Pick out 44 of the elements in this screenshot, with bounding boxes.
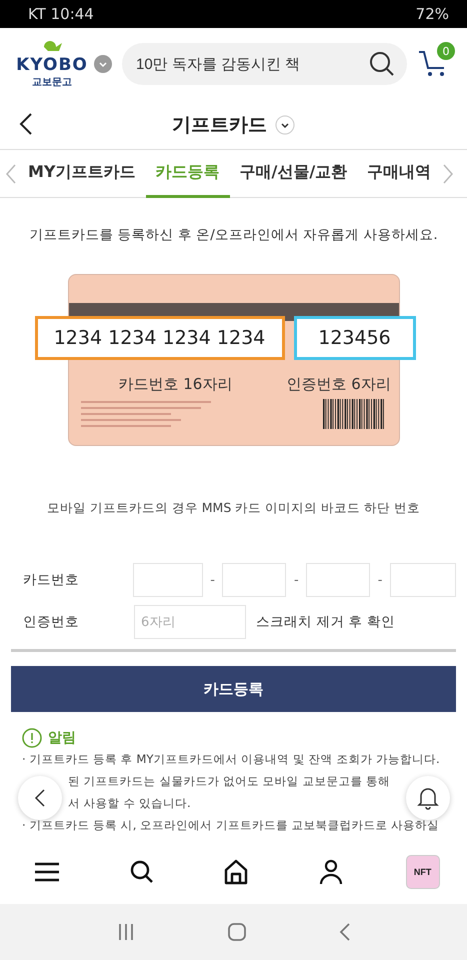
search-field[interactable]: 10만 독자를 감동시킨 책: [134, 54, 369, 74]
card-number-field[interactable]: [132, 563, 203, 597]
dash-separator: -: [376, 572, 384, 588]
chevron-left-icon: [34, 788, 46, 808]
card-number-field[interactable]: [222, 563, 286, 597]
bell-button[interactable]: [406, 776, 450, 820]
notice-text: 된 기프트카드는 실물카드가 없어도 모바일 교보문고를 통해: [68, 773, 390, 790]
search-bar[interactable]: 10만 독자를 감동시킨 책: [122, 43, 407, 85]
card-number-label: 카드번호: [22, 571, 80, 589]
status-time: KT 10:44: [28, 5, 94, 23]
card-number-caption: 카드번호 16자리: [118, 375, 232, 394]
notice-text: · 기프트카드 등록 시, 오프라인에서 기프트카드를 교보북클럽카드로 사용하실: [22, 817, 440, 834]
tab[interactable]: 구매/선물/교환: [230, 150, 358, 198]
card-number-field[interactable]: [306, 563, 370, 597]
pin-label: 인증번호: [22, 613, 80, 631]
nft-thumbnail[interactable]: NFT: [406, 855, 440, 889]
chevron-down-icon[interactable]: [275, 114, 295, 134]
logo[interactable]: KYOBO 교보문고: [20, 39, 84, 89]
tab[interactable]: MY기프트카드: [18, 150, 146, 198]
register-button[interactable]: 카드등록: [11, 666, 456, 712]
dash-separator: -: [293, 572, 300, 588]
battery-level: 72%: [416, 5, 449, 23]
card-number-sample: 1234 1234 1234 1234: [34, 316, 284, 360]
notice-text: 서 사용할 수 있습니다.: [68, 795, 191, 812]
notice-text: · 기프트카드 등록 후 MY기프트카드에서 이용내역 및 잔액 조회가 가능합니다.: [22, 751, 440, 768]
card-number-field[interactable]: [390, 563, 456, 597]
back-icon[interactable]: [338, 923, 350, 941]
alert-icon: [22, 728, 42, 748]
card-caption: 모바일 기프트카드의 경우 MMS 카드 이미지의 바코드 하단 번호: [46, 500, 422, 517]
page-title: 기프트카드: [172, 112, 267, 138]
recent-apps-icon[interactable]: [116, 923, 134, 941]
intro-text: 기프트카드를 등록하신 후 온/오프라인에서 자유롭게 사용하세요.: [28, 226, 439, 244]
pin-sample: 123456: [294, 316, 416, 360]
dash-separator: -: [209, 572, 216, 588]
tab[interactable]: 구매내역: [357, 150, 442, 198]
pin-field[interactable]: 6자리: [134, 605, 246, 639]
cart-count: 0: [437, 42, 455, 60]
search-icon[interactable]: [369, 51, 395, 77]
barcode-icon: [322, 399, 386, 429]
pin-hint: 스크래치 제거 후 확인: [256, 613, 395, 631]
pin-caption: 인증번호 6자리: [286, 375, 391, 394]
back-float-button[interactable]: [18, 776, 62, 820]
bell-icon: [417, 786, 439, 810]
notice-title: 알림: [48, 729, 76, 747]
